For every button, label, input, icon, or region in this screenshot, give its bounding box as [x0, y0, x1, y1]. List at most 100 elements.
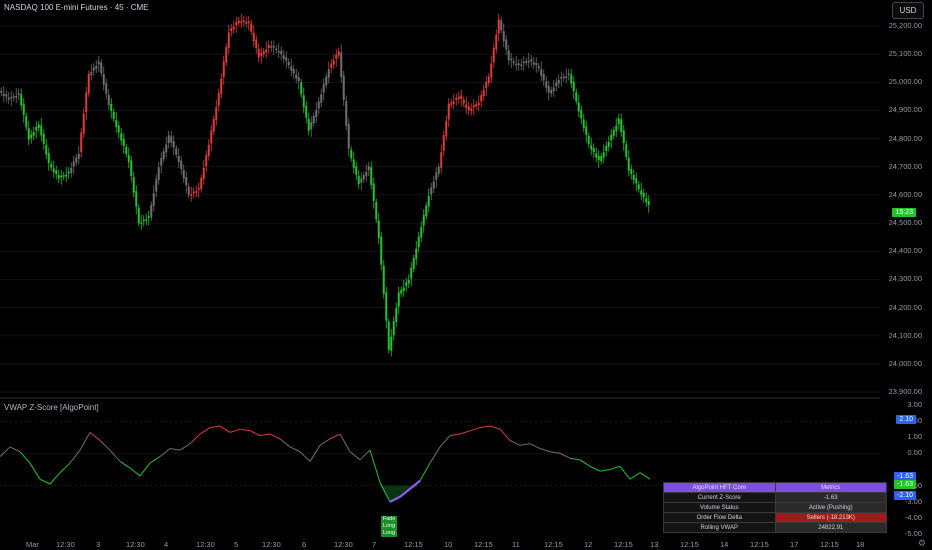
candle-body: [155, 178, 158, 192]
candle-body: [597, 155, 600, 161]
candle-body: [290, 66, 293, 71]
candle-body: [472, 105, 475, 108]
table-row: Rolling VWAP 24822.91: [663, 522, 887, 533]
candle-body: [247, 21, 250, 23]
candle-body: [132, 177, 135, 193]
zscore-segment: [159, 448, 171, 457]
symbol-title[interactable]: NASDAQ 100 E-mini Futures · 45 · CME: [4, 3, 148, 12]
candle-body: [10, 96, 13, 99]
candle-body: [480, 95, 483, 102]
zscore-segment: [29, 462, 41, 480]
zscore-line: [0, 425, 651, 503]
time-label: 13: [650, 540, 659, 549]
candle-body: [572, 81, 575, 92]
candle-body: [375, 201, 378, 220]
zscore-segment: [89, 432, 101, 441]
candle-body: [122, 139, 125, 147]
candle-body: [417, 236, 420, 248]
settings-gear-icon[interactable]: ⚙: [918, 538, 926, 549]
candle-body: [332, 60, 335, 65]
candle-body: [205, 155, 208, 167]
candle-body: [287, 61, 290, 66]
candle-body: [217, 93, 220, 106]
zscore-segment: [169, 448, 181, 451]
candle-body: [270, 46, 273, 48]
zscore-segment: [609, 465, 621, 470]
candle-body: [470, 108, 473, 111]
zscore-segment: [129, 467, 141, 477]
candle-body: [185, 177, 188, 186]
candle-body: [242, 20, 245, 23]
candle-body: [322, 84, 325, 93]
signal-line-3: Long: [382, 530, 396, 536]
candle-body: [285, 57, 288, 61]
candle-body: [460, 95, 463, 99]
candle-body: [67, 171, 70, 174]
candle-body: [570, 74, 573, 84]
candle-body: [440, 152, 443, 168]
zscore-badge: 2.10: [896, 414, 916, 424]
price-label: 24,400.00: [888, 246, 922, 256]
zscore-segment: [139, 462, 151, 477]
table-row: Order Flow Delta Sellers (-18.213K): [663, 512, 887, 523]
candle-body: [540, 69, 543, 76]
price-label: 25,100.00: [888, 49, 922, 59]
candle-body: [502, 31, 505, 42]
row-value: 24822.91: [774, 522, 887, 533]
candle-body: [305, 105, 308, 118]
candle-body: [227, 32, 230, 49]
zscore-segment: [509, 440, 521, 446]
zscore-badge: -2.10: [894, 491, 916, 501]
candle-body: [567, 73, 570, 75]
candle-body: [12, 96, 15, 98]
candle-body: [537, 66, 540, 69]
candle-body: [280, 50, 283, 55]
zscore-segment: [79, 432, 91, 451]
currency-button[interactable]: USD: [892, 2, 924, 19]
candle-body: [307, 118, 310, 131]
zscore-segment: [249, 430, 261, 437]
candle-body: [545, 81, 548, 88]
time-label: 18: [856, 540, 865, 549]
candle-body: [457, 96, 460, 100]
candle-body: [325, 76, 328, 86]
candle-body: [505, 39, 508, 50]
candle-body: [87, 73, 90, 94]
candle-body: [510, 58, 513, 61]
candle-body: [527, 60, 530, 63]
candle-body: [360, 178, 363, 183]
candle-body: [500, 20, 503, 31]
candle-body: [535, 62, 538, 66]
candle-body: [275, 48, 278, 51]
candle-body: [140, 222, 143, 225]
candle-body: [75, 157, 78, 163]
candle-body: [32, 132, 35, 136]
candle-body: [515, 63, 518, 66]
candle-body: [160, 158, 163, 166]
zscore-segment: [329, 433, 341, 440]
candle-body: [327, 69, 330, 78]
zscore-segment: [569, 457, 581, 461]
time-label: 6: [302, 540, 307, 549]
price-label: 24,900.00: [888, 105, 922, 115]
candle-body: [422, 215, 425, 226]
time-label: 12:15: [680, 540, 699, 549]
signal-tag: Fade Long Long: [381, 516, 397, 537]
candle-body: [57, 175, 60, 179]
candle-body: [192, 191, 195, 194]
zscore-segment: [469, 427, 481, 432]
candle-body: [215, 107, 218, 120]
candle-body: [490, 63, 493, 78]
candle-body: [632, 175, 635, 180]
candle-body: [495, 34, 498, 50]
candle-body: [120, 133, 123, 141]
candle-body: [125, 147, 128, 155]
indicator-title[interactable]: VWAP Z-Score [AlgoPoint]: [4, 403, 99, 412]
zscore-segment: [99, 440, 111, 451]
chart-canvas[interactable]: [0, 0, 932, 550]
candle-body: [25, 116, 28, 128]
candle-body: [195, 191, 198, 193]
candle-body: [350, 149, 353, 159]
candle-body: [617, 118, 620, 125]
zscore-segment: [639, 472, 651, 480]
